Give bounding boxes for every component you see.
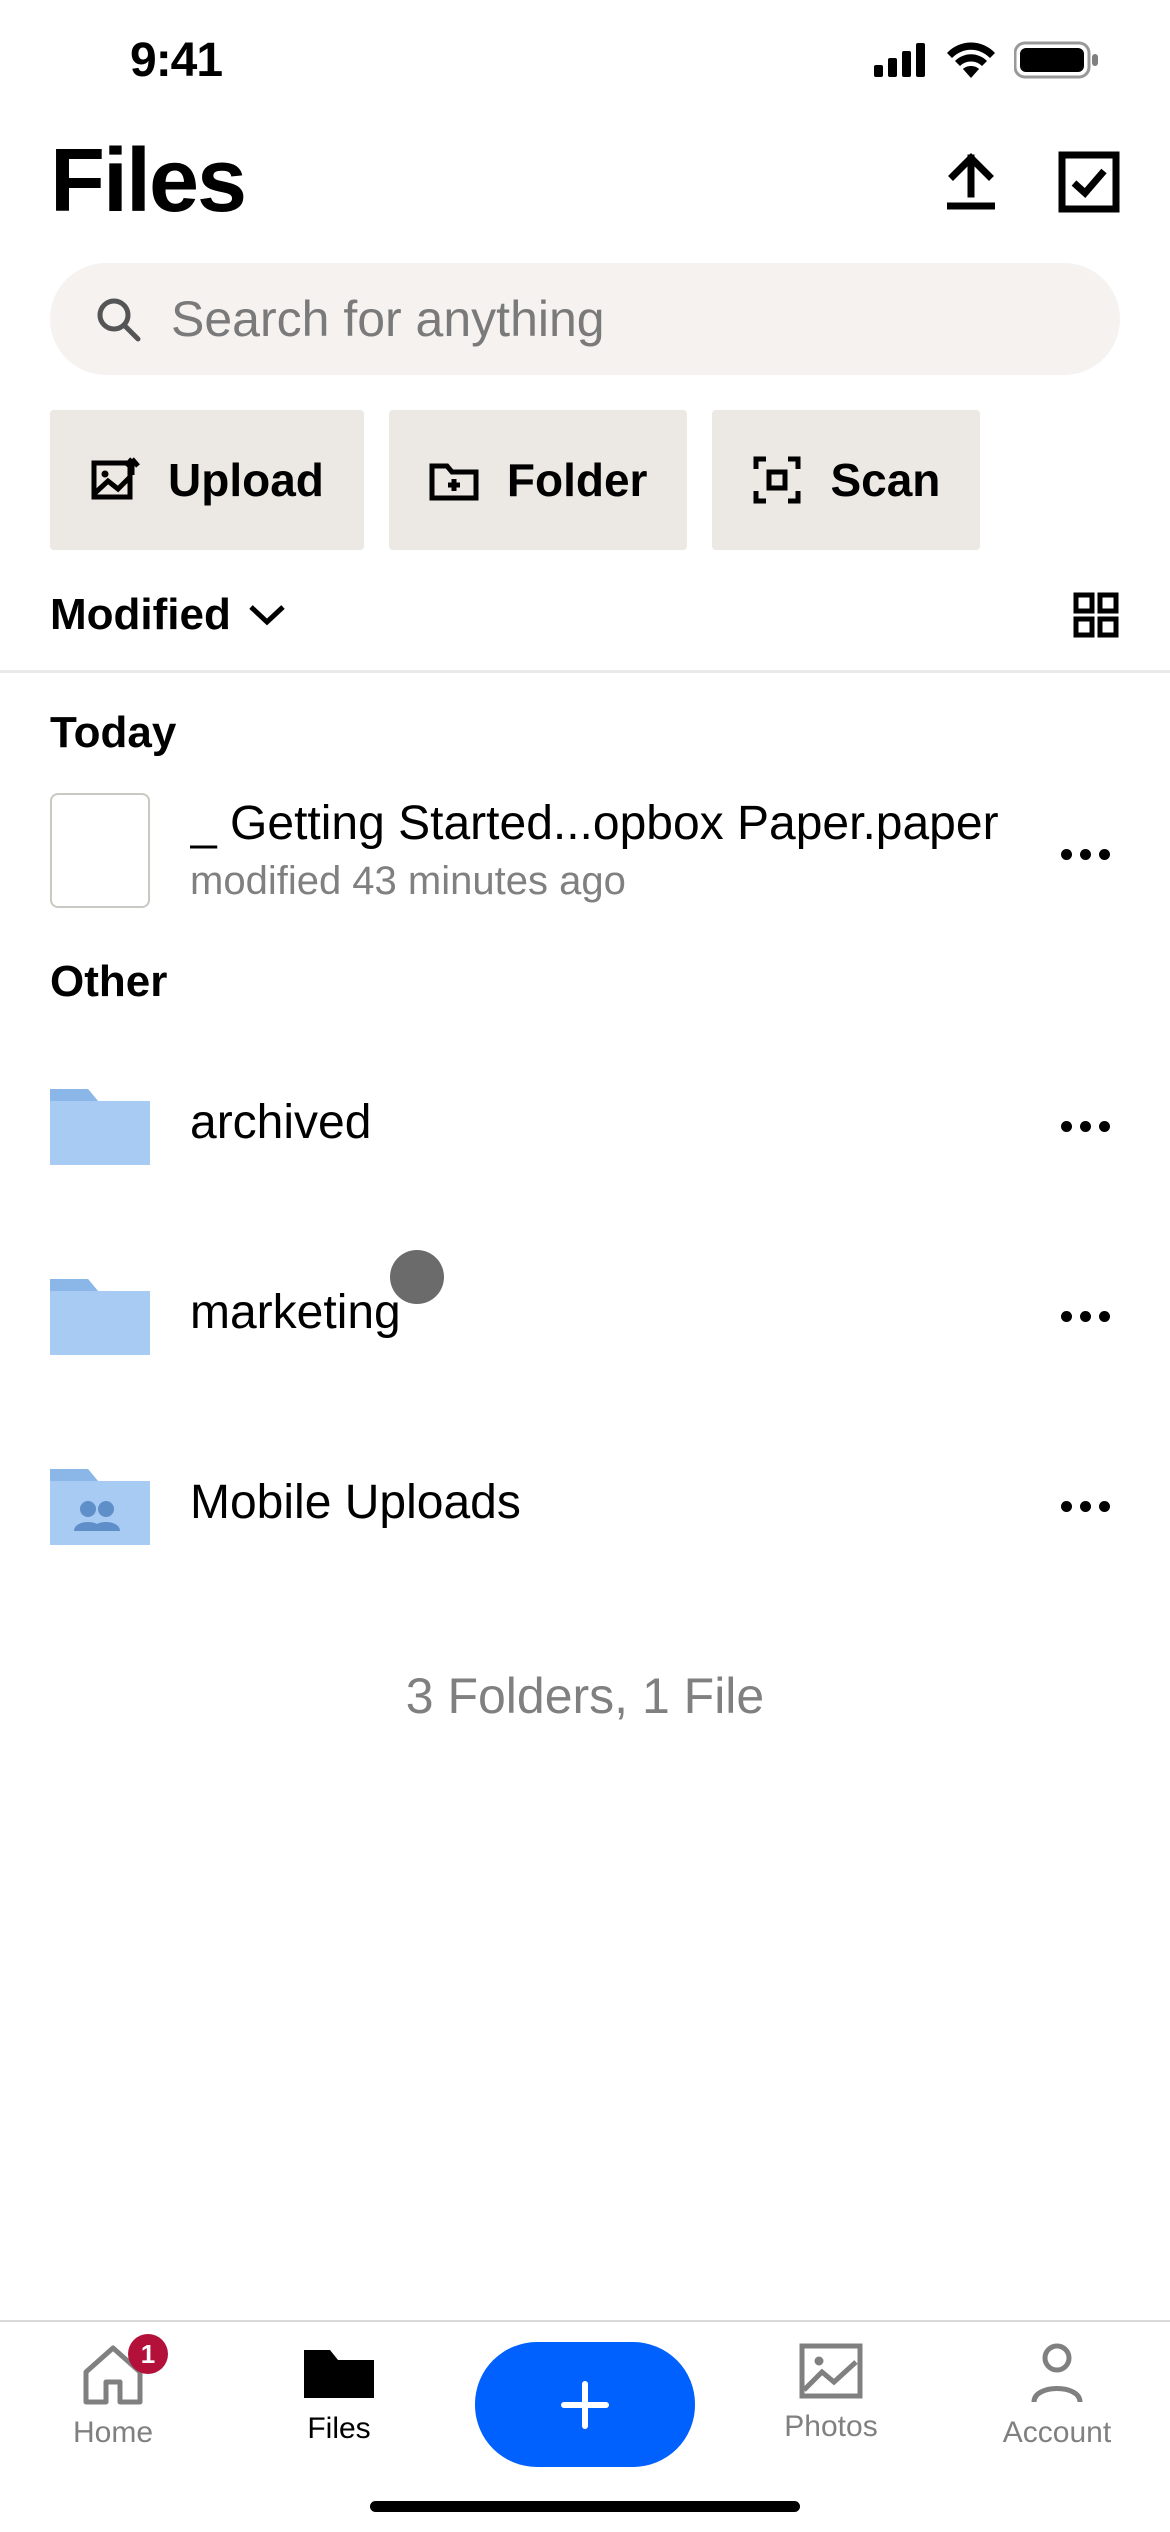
new-folder-icon (429, 458, 479, 502)
folder-row-marketing[interactable]: marketing (0, 1217, 1170, 1407)
home-indicator (370, 2501, 800, 2512)
view-toggle-button[interactable] (1072, 591, 1120, 639)
file-row[interactable]: _ Getting Started...opbox Paper.paper mo… (0, 778, 1170, 922)
section-other: Other (0, 922, 1170, 1027)
upload-button[interactable]: Upload (50, 410, 364, 550)
search-container (0, 263, 1170, 410)
home-badge: 1 (128, 2334, 168, 2374)
image-upload-icon (90, 455, 140, 505)
page-title: Files (50, 130, 245, 233)
folder-more-button[interactable] (1050, 1493, 1120, 1512)
file-subtitle: modified 43 minutes ago (190, 859, 1010, 904)
folder-info: marketing (190, 1285, 1010, 1340)
touch-indicator (390, 1250, 444, 1304)
checkbox-icon (1058, 151, 1120, 213)
file-thumbnail (50, 800, 150, 900)
wifi-icon (946, 42, 996, 78)
folder-row-mobile-uploads[interactable]: Mobile Uploads (0, 1407, 1170, 1597)
tab-account-label: Account (1003, 2416, 1111, 2450)
account-icon (1028, 2342, 1086, 2406)
plus-icon (556, 2376, 614, 2434)
search-input[interactable] (171, 290, 1075, 348)
tab-photos-label: Photos (784, 2410, 877, 2444)
folder-thumbnail (50, 1072, 150, 1172)
tab-bar: Home 1 Files Photos (0, 2320, 1170, 2532)
chevron-down-icon (247, 602, 287, 628)
tab-account[interactable]: Account (967, 2342, 1147, 2450)
folder-name: Mobile Uploads (190, 1475, 1010, 1530)
folder-more-button[interactable] (1050, 1303, 1120, 1322)
header-actions (939, 150, 1120, 214)
scan-button[interactable]: Scan (712, 410, 980, 550)
grid-icon (1072, 591, 1120, 639)
tab-home[interactable]: Home 1 (23, 2342, 203, 2450)
shared-folder-icon (50, 1459, 150, 1545)
search-icon (95, 296, 141, 342)
sort-label: Modified (50, 590, 231, 640)
file-info: _ Getting Started...opbox Paper.paper mo… (190, 796, 1010, 904)
sort-view-row: Modified (0, 590, 1170, 670)
scan-icon (752, 455, 802, 505)
folder-filled-icon (302, 2342, 376, 2402)
folder-row-archived[interactable]: archived (0, 1027, 1170, 1217)
upload-label: Upload (168, 453, 324, 507)
section-today: Today (0, 673, 1170, 778)
folder-thumbnail (50, 1452, 150, 1552)
photos-icon (798, 2342, 864, 2400)
folder-button[interactable]: Folder (389, 410, 688, 550)
tab-photos[interactable]: Photos (741, 2342, 921, 2444)
header-upload-button[interactable] (939, 150, 1003, 214)
tab-files-label: Files (307, 2412, 370, 2446)
folder-name: marketing (190, 1285, 1010, 1340)
folder-label: Folder (507, 453, 648, 507)
file-more-button[interactable] (1050, 841, 1120, 860)
folder-icon (50, 1079, 150, 1165)
status-bar: 9:41 (0, 0, 1170, 120)
folder-more-button[interactable] (1050, 1113, 1120, 1132)
header-select-button[interactable] (1058, 151, 1120, 213)
sort-dropdown[interactable]: Modified (50, 590, 287, 640)
tab-files[interactable]: Files (249, 2342, 429, 2446)
folder-info: archived (190, 1095, 1010, 1150)
upload-icon (939, 150, 1003, 214)
paper-file-icon (50, 793, 150, 908)
search-field[interactable] (50, 263, 1120, 375)
folder-name: archived (190, 1095, 1010, 1150)
action-chips: Upload Folder Scan (0, 410, 1170, 590)
battery-icon (1014, 40, 1100, 80)
tab-create-button[interactable] (475, 2342, 695, 2467)
status-time: 9:41 (130, 33, 222, 88)
list-summary: 3 Folders, 1 File (0, 1597, 1170, 1795)
status-icons (874, 40, 1100, 80)
header: Files (0, 120, 1170, 263)
cellular-icon (874, 43, 928, 77)
scan-label: Scan (830, 453, 940, 507)
folder-info: Mobile Uploads (190, 1475, 1010, 1530)
file-name: _ Getting Started...opbox Paper.paper (190, 796, 1010, 851)
folder-thumbnail (50, 1262, 150, 1362)
folder-icon (50, 1269, 150, 1355)
tab-home-label: Home (73, 2416, 153, 2450)
